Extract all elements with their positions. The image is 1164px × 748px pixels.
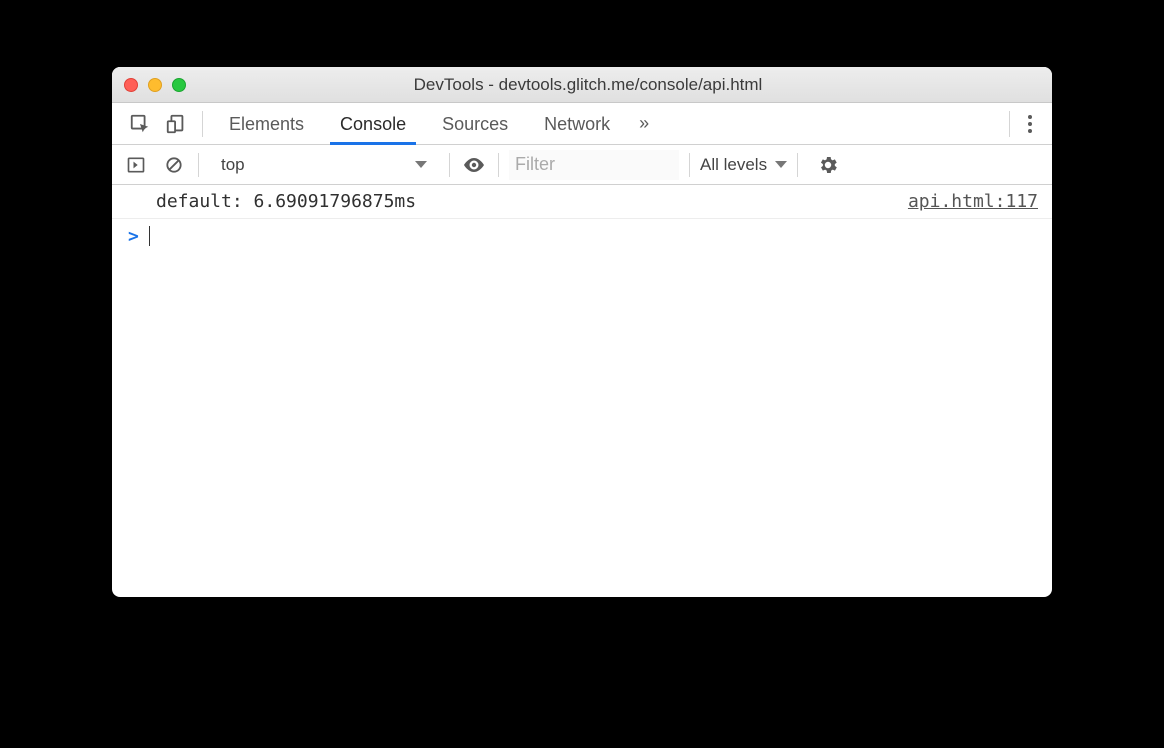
kebab-icon <box>1028 115 1032 133</box>
main-menu-button[interactable] <box>1018 103 1042 145</box>
tab-sources[interactable]: Sources <box>424 103 526 145</box>
device-toolbar-icon[interactable] <box>158 103 194 145</box>
source-link[interactable]: api.html:117 <box>908 191 1038 212</box>
clear-console-icon[interactable] <box>160 151 188 179</box>
tab-label: Network <box>544 114 610 134</box>
tab-label: Sources <box>442 114 508 134</box>
titlebar: DevTools - devtools.glitch.me/console/ap… <box>112 67 1052 103</box>
divider <box>1009 111 1010 137</box>
text-cursor <box>149 226 150 246</box>
context-label: top <box>221 155 245 175</box>
more-tabs-button[interactable]: » <box>628 103 660 145</box>
inspect-element-icon[interactable] <box>122 103 158 145</box>
log-message: default: 6.69091796875ms <box>156 191 416 212</box>
more-tabs-label: » <box>639 113 649 134</box>
divider <box>198 153 199 177</box>
filter-input[interactable] <box>509 150 679 180</box>
tab-console[interactable]: Console <box>322 103 424 145</box>
console-settings-icon[interactable] <box>814 151 842 179</box>
live-expression-icon[interactable] <box>460 151 488 179</box>
divider <box>689 153 690 177</box>
console-prompt-row[interactable]: > <box>112 219 1052 253</box>
panel-tabs-bar: Elements Console Sources Network » <box>112 103 1052 145</box>
divider <box>449 153 450 177</box>
divider <box>797 153 798 177</box>
devtools-window: DevTools - devtools.glitch.me/console/ap… <box>112 67 1052 597</box>
log-levels-selector[interactable]: All levels <box>700 155 787 175</box>
console-body: default: 6.69091796875ms api.html:117 > <box>112 185 1052 597</box>
execution-context-selector[interactable]: top <box>209 150 439 180</box>
window-title: DevTools - devtools.glitch.me/console/ap… <box>136 75 1040 95</box>
levels-label: All levels <box>700 155 767 175</box>
console-toolbar: top All levels <box>112 145 1052 185</box>
tab-network[interactable]: Network <box>526 103 628 145</box>
tab-label: Elements <box>229 114 304 134</box>
chevron-down-icon <box>415 161 427 168</box>
chevron-down-icon <box>775 161 787 168</box>
tab-label: Console <box>340 114 406 134</box>
divider <box>498 153 499 177</box>
log-entry[interactable]: default: 6.69091796875ms api.html:117 <box>112 185 1052 219</box>
divider <box>202 111 203 137</box>
toggle-sidebar-icon[interactable] <box>122 151 150 179</box>
prompt-caret-icon: > <box>128 226 139 247</box>
tab-elements[interactable]: Elements <box>211 103 322 145</box>
